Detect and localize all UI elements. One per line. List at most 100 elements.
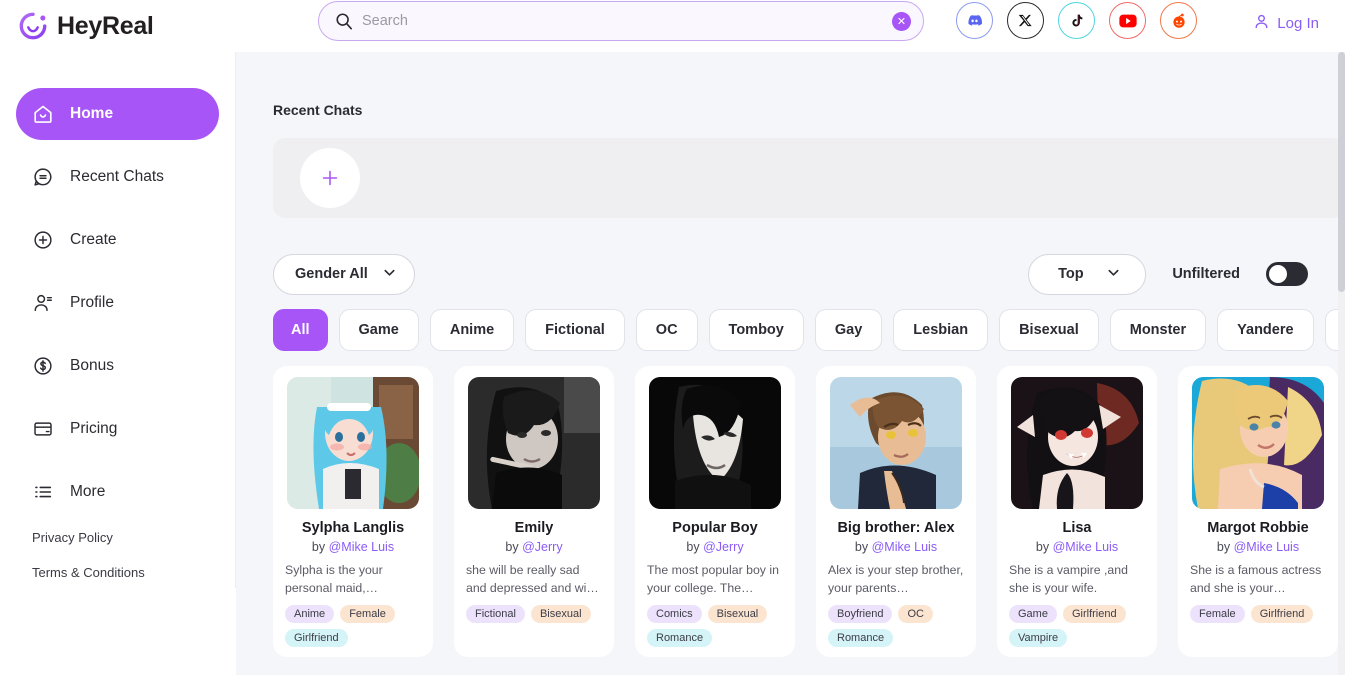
character-tags: Comics Bisexual Romance — [644, 605, 786, 647]
filter-row: Gender All Top Unfiltered — [236, 252, 1345, 296]
home-icon — [32, 103, 54, 125]
reddit-icon[interactable] — [1160, 2, 1197, 39]
search-clear-icon[interactable]: ✕ — [892, 12, 911, 31]
author-handle[interactable]: @Mike Luis — [1053, 540, 1119, 554]
author-handle[interactable]: @Mike Luis — [329, 540, 395, 554]
main-content: Recent Chats Gender All Top — [236, 52, 1345, 675]
character-author: by @Jerry — [463, 540, 605, 554]
sidebar-item-label: Pricing — [70, 420, 117, 438]
character-card-grid: Sylpha Langlis by @Mike Luis Sylpha is t… — [236, 366, 1345, 657]
sidebar-item-label: More — [70, 483, 105, 501]
chip-gay[interactable]: Gay — [815, 309, 882, 351]
tag[interactable]: Anime — [285, 605, 334, 623]
author-handle[interactable]: @Mike Luis — [1234, 540, 1300, 554]
sidebar-item-home[interactable]: Home — [16, 88, 219, 140]
author-handle[interactable]: @Jerry — [522, 540, 562, 554]
gender-filter-label: Gender All — [295, 266, 368, 282]
user-icon — [1253, 13, 1270, 34]
chip-label: Anime — [450, 322, 494, 338]
x-icon[interactable] — [1007, 2, 1044, 39]
search-bar[interactable]: ✕ — [318, 1, 924, 41]
character-name: Margot Robbie — [1187, 520, 1329, 536]
search-icon — [335, 12, 353, 30]
link-terms-conditions[interactable]: Terms & Conditions — [0, 565, 235, 580]
chip-bisexual[interactable]: Bisexual — [999, 309, 1099, 351]
tag[interactable]: Vampire — [1009, 629, 1067, 647]
author-handle[interactable]: @Jerry — [703, 540, 743, 554]
login-button[interactable]: Log In — [1253, 13, 1319, 34]
character-avatar — [830, 377, 962, 509]
brand-logo-link[interactable]: HeyReal — [0, 11, 236, 41]
character-name: Big brother: Alex — [825, 520, 967, 536]
character-card[interactable]: Big brother: Alex by @Mike Luis Alex is … — [816, 366, 976, 657]
chip-yandere[interactable]: Yandere — [1217, 309, 1313, 351]
gender-filter-dropdown[interactable]: Gender All — [273, 254, 415, 295]
sort-filter-dropdown[interactable]: Top — [1028, 254, 1146, 295]
tag[interactable]: Romance — [647, 629, 712, 647]
chevron-down-icon — [382, 265, 397, 284]
character-name: Emily — [463, 520, 605, 536]
tag[interactable]: Girlfriend — [1251, 605, 1314, 623]
tag[interactable]: Girlfriend — [285, 629, 348, 647]
brand-name: HeyReal — [57, 12, 154, 41]
chip-all[interactable]: All — [273, 309, 328, 351]
character-card[interactable]: Lisa by @Mike Luis She is a vampire ,and… — [997, 366, 1157, 657]
tag[interactable]: Female — [1190, 605, 1245, 623]
by-prefix: by — [312, 540, 329, 554]
by-prefix: by — [855, 540, 872, 554]
discord-icon[interactable] — [956, 2, 993, 39]
plus-circle-icon — [32, 229, 54, 251]
author-handle[interactable]: @Mike Luis — [872, 540, 938, 554]
page-scrollbar[interactable] — [1338, 52, 1345, 675]
chip-monster[interactable]: Monster — [1110, 309, 1206, 351]
chip-fictional[interactable]: Fictional — [525, 309, 625, 351]
tag[interactable]: Boyfriend — [828, 605, 892, 623]
chip-label: All — [291, 322, 310, 338]
sidebar-item-pricing[interactable]: Pricing — [16, 403, 219, 455]
character-description: Sylpha is the your personal maid,… — [282, 561, 424, 597]
character-name: Popular Boy — [644, 520, 786, 536]
chip-anime[interactable]: Anime — [430, 309, 514, 351]
sidebar-item-label: Profile — [70, 294, 114, 312]
sidebar-item-profile[interactable]: Profile — [16, 277, 219, 329]
tag[interactable]: Bisexual — [531, 605, 591, 623]
chip-label: Fictional — [545, 322, 605, 338]
link-privacy-policy[interactable]: Privacy Policy — [0, 530, 235, 545]
by-prefix: by — [1217, 540, 1234, 554]
tag[interactable]: Game — [1009, 605, 1057, 623]
sidebar-item-bonus[interactable]: Bonus — [16, 340, 219, 392]
unfiltered-toggle[interactable] — [1266, 262, 1308, 286]
scrollbar-thumb[interactable] — [1338, 52, 1345, 292]
character-card[interactable]: Margot Robbie by @Mike Luis She is a fam… — [1178, 366, 1338, 657]
character-card[interactable]: Popular Boy by @Jerry The most popular b… — [635, 366, 795, 657]
chip-game[interactable]: Game — [339, 309, 419, 351]
tag[interactable]: OC — [898, 605, 933, 623]
chip-tomboy[interactable]: Tomboy — [709, 309, 804, 351]
youtube-icon[interactable] — [1109, 2, 1146, 39]
search-input[interactable] — [362, 2, 892, 40]
by-prefix: by — [686, 540, 703, 554]
chip-oc[interactable]: OC — [636, 309, 698, 351]
sidebar-item-create[interactable]: Create — [16, 214, 219, 266]
tag[interactable]: Bisexual — [708, 605, 768, 623]
tiktok-icon[interactable] — [1058, 2, 1095, 39]
character-author: by @Mike Luis — [1006, 540, 1148, 554]
character-card[interactable]: Sylpha Langlis by @Mike Luis Sylpha is t… — [273, 366, 433, 657]
tag[interactable]: Female — [340, 605, 395, 623]
character-avatar — [1011, 377, 1143, 509]
user-profile-icon — [32, 292, 54, 314]
add-chat-button[interactable] — [300, 148, 360, 208]
sidebar-item-recent-chats[interactable]: Recent Chats — [16, 151, 219, 203]
character-description: The most popular boy in your college. Th… — [644, 561, 786, 597]
tag[interactable]: Comics — [647, 605, 702, 623]
sidebar-item-more[interactable]: More — [16, 466, 219, 518]
character-card[interactable]: Emily by @Jerry she will be really sad a… — [454, 366, 614, 657]
tag[interactable]: Fictional — [466, 605, 525, 623]
chip-label: Gay — [835, 322, 862, 338]
tag[interactable]: Girlfriend — [1063, 605, 1126, 623]
chevron-down-icon — [1106, 265, 1121, 284]
chip-lesbian[interactable]: Lesbian — [893, 309, 988, 351]
character-author: by @Mike Luis — [1187, 540, 1329, 554]
tag[interactable]: Romance — [828, 629, 893, 647]
unfiltered-label: Unfiltered — [1172, 266, 1240, 282]
